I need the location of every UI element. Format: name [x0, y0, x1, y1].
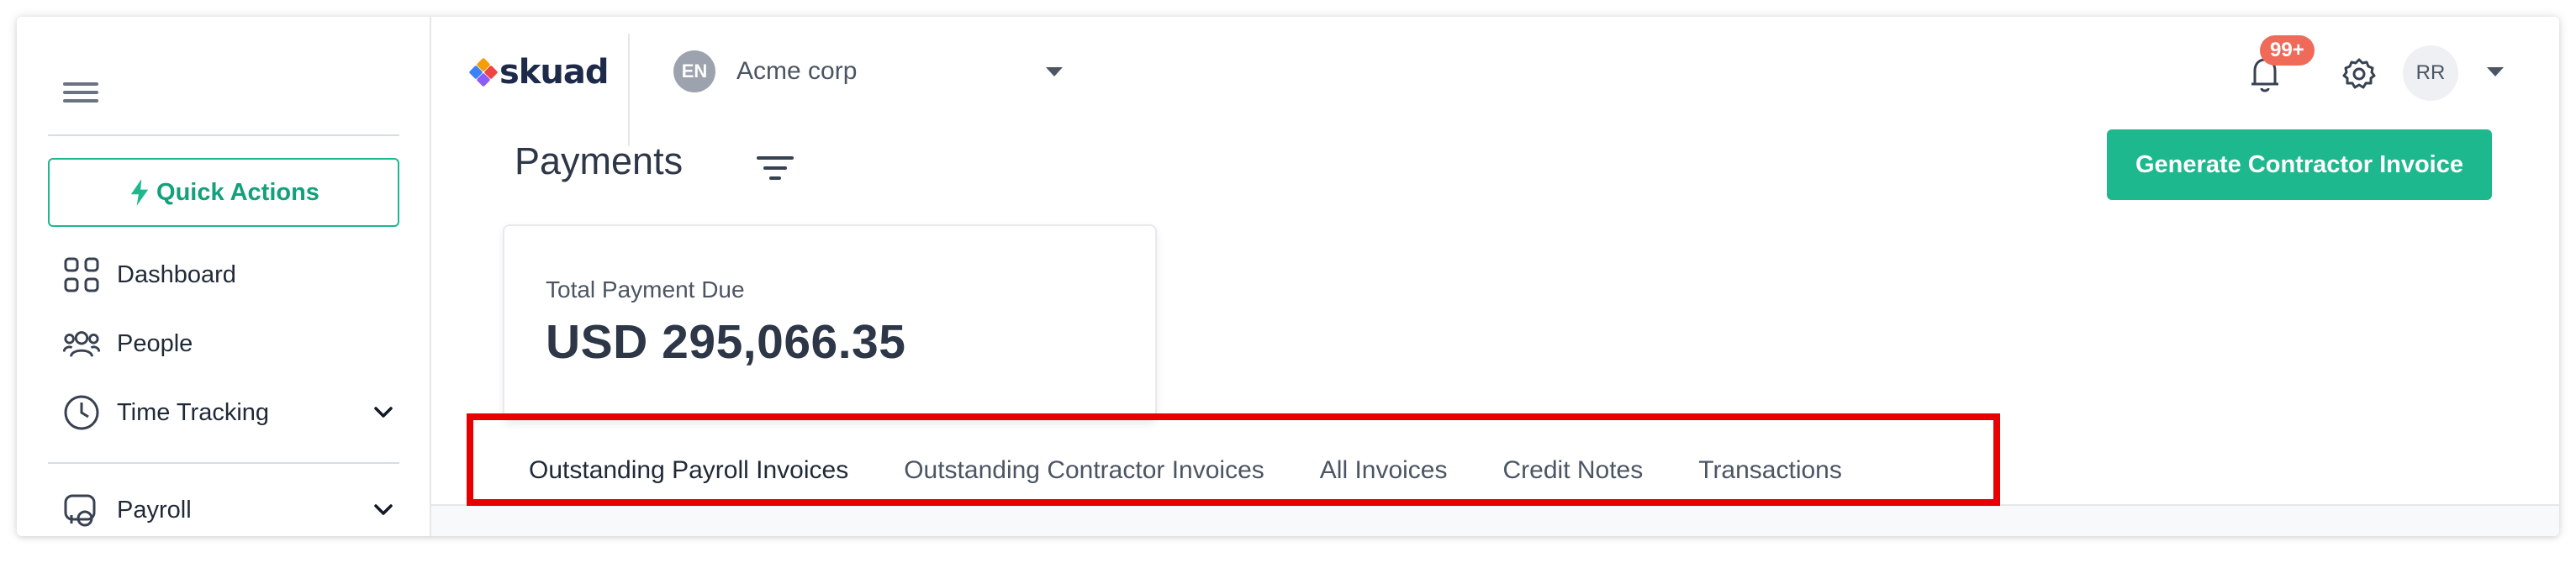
payroll-icon [63, 492, 100, 529]
people-icon [63, 325, 100, 362]
card-value: USD 295,066.35 [546, 315, 906, 369]
skuad-logo[interactable]: skuad [468, 52, 610, 92]
app-window: Quick Actions Dashboard People Time Trac… [17, 17, 2559, 536]
card-label: Total Payment Due [546, 276, 745, 303]
invoice-tabs: Outstanding Payroll Invoices Outstanding… [501, 437, 1870, 504]
tab-credit-notes[interactable]: Credit Notes [1475, 437, 1671, 504]
sidebar-item-label: Time Tracking [117, 398, 270, 426]
menu-toggle-icon[interactable] [63, 77, 98, 113]
sidebar-item-people[interactable]: People [63, 323, 416, 365]
sidebar: Quick Actions Dashboard People Time Trac… [17, 17, 431, 536]
tab-outstanding-contractor-invoices[interactable]: Outstanding Contractor Invoices [876, 437, 1292, 504]
tab-transactions[interactable]: Transactions [1671, 437, 1870, 504]
user-avatar[interactable]: RR [2403, 45, 2458, 101]
clock-icon [63, 394, 100, 431]
sidebar-item-dashboard[interactable]: Dashboard [63, 254, 416, 296]
page-title: Payments [515, 139, 684, 182]
notification-count-badge: 99+ [2260, 35, 2315, 66]
lightning-icon [130, 179, 149, 206]
org-name[interactable]: Acme corp [736, 57, 857, 86]
sidebar-item-label: Dashboard [117, 260, 236, 288]
gear-icon[interactable] [2342, 57, 2376, 91]
chevron-down-icon[interactable] [371, 400, 396, 425]
sidebar-divider [48, 134, 399, 136]
sidebar-item-payroll[interactable]: Payroll [63, 489, 416, 531]
header-divider [628, 34, 630, 146]
grid-icon [63, 256, 100, 293]
tab-outstanding-payroll-invoices[interactable]: Outstanding Payroll Invoices [501, 437, 877, 504]
chevron-down-icon[interactable] [371, 497, 396, 523]
sidebar-item-time-tracking[interactable]: Time Tracking [63, 392, 416, 434]
sidebar-divider [48, 462, 399, 464]
sidebar-item-label: Payroll [117, 496, 192, 524]
org-dropdown-caret-icon[interactable] [1046, 67, 1063, 76]
tab-all-invoices[interactable]: All Invoices [1292, 437, 1475, 504]
org-avatar[interactable]: EN [673, 50, 715, 92]
quick-actions-label: Quick Actions [156, 178, 319, 206]
quick-actions-button[interactable]: Quick Actions [48, 158, 399, 227]
sidebar-item-label: People [117, 329, 193, 357]
logo-mark-icon [468, 57, 499, 87]
filter-icon[interactable] [755, 151, 795, 185]
user-menu-caret-icon[interactable] [2487, 67, 2504, 76]
total-payment-due-card: Total Payment Due USD 295,066.35 [503, 224, 1157, 421]
generate-contractor-invoice-button[interactable]: Generate Contractor Invoice [2107, 129, 2492, 200]
logo-text: skuad [499, 53, 610, 92]
content-area [431, 506, 2559, 536]
